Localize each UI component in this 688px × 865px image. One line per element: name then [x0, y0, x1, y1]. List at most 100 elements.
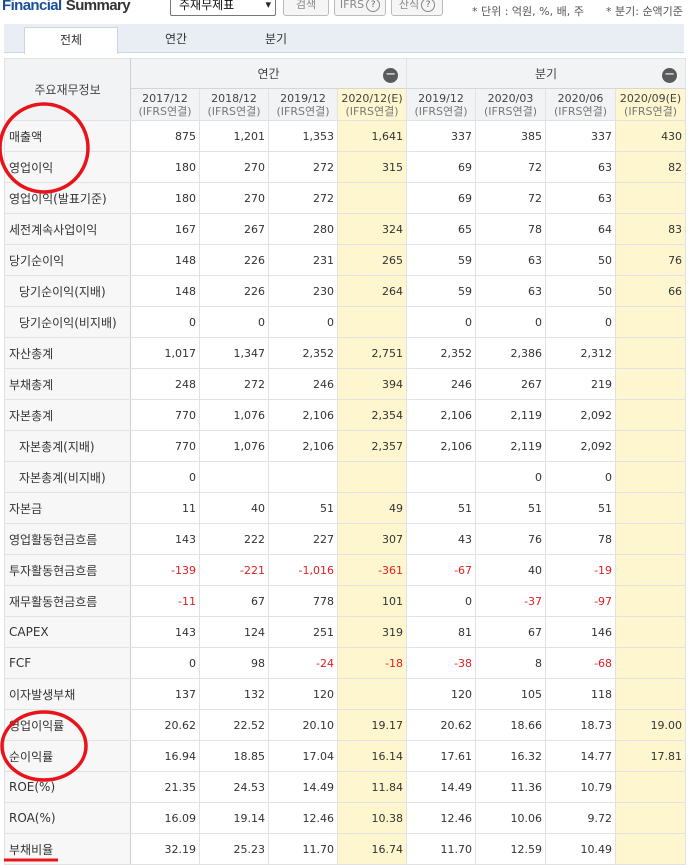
value-cell: 0	[130, 461, 200, 493]
table-row: 부채비율 32.19 25.23 11.70 16.74 11.70 12.59 10.49	[4, 833, 687, 865]
value-cell: -221	[199, 554, 269, 586]
collapse-quarter-button[interactable]: −	[662, 68, 678, 83]
row-label[interactable]: 부채총계	[4, 368, 131, 400]
period-tabs: 전체 연간 분기	[4, 24, 684, 54]
table-row: 당기순이익(비지배) 0 0 0 0 0 0	[4, 306, 687, 338]
tab-quarter[interactable]: 분기	[226, 27, 326, 53]
value-cell	[268, 461, 338, 493]
value-cell	[336, 306, 408, 338]
value-cell: 2,106	[406, 399, 477, 431]
value-cell: 98	[199, 647, 269, 679]
value-cell: 51	[406, 492, 477, 524]
value-cell: 19.00	[615, 709, 687, 741]
row-label[interactable]: FCF	[4, 647, 131, 679]
row-label[interactable]: 세전계속사업이익	[4, 213, 131, 245]
value-cell: -38	[406, 647, 477, 679]
row-label[interactable]: 재무활동현금흐름	[4, 585, 131, 617]
toolbar: Financial Summary 주재무제표 ▾ 검색 IFRS? 산식? *…	[0, 0, 688, 20]
value-cell: 22.52	[199, 709, 269, 741]
value-cell: 180	[130, 151, 200, 183]
table-row: 영업이익률 20.62 22.52 20.10 19.17 20.62 18.66 18.73…	[4, 709, 687, 741]
row-label[interactable]: 영업이익(발표기준)	[4, 182, 131, 214]
value-cell: 120	[406, 678, 477, 710]
report-type-select[interactable]: 주재무제표 ▾	[170, 0, 276, 16]
value-cell: 16.14	[336, 740, 408, 772]
quarter-label: 분기	[535, 67, 558, 81]
value-cell: 1,017	[130, 337, 200, 369]
value-cell: 120	[268, 678, 338, 710]
value-cell: 10.38	[336, 802, 408, 834]
value-cell: 143	[130, 523, 200, 555]
value-cell: 143	[130, 616, 200, 648]
row-label[interactable]: 자본총계	[4, 399, 131, 431]
row-label[interactable]: 순이익률	[4, 740, 131, 772]
value-cell: 1,076	[199, 430, 269, 462]
row-label[interactable]: 자본총계(비지배)	[4, 461, 131, 493]
value-cell: 2,352	[268, 337, 338, 369]
row-label[interactable]: 당기순이익(지배)	[4, 275, 131, 307]
value-cell	[406, 461, 477, 493]
report-type-value: 주재무제표	[179, 0, 235, 12]
row-label[interactable]: ROE(%)	[4, 771, 131, 803]
row-label[interactable]: 매출액	[4, 120, 131, 152]
value-cell	[615, 399, 687, 431]
row-label[interactable]: 영업활동현금흐름	[4, 523, 131, 555]
value-cell: 17.61	[406, 740, 477, 772]
table-row: FCF 0 98 -24 -18 -38 8 -68	[4, 647, 687, 679]
row-label[interactable]: 당기순이익(비지배)	[4, 306, 131, 338]
row-label[interactable]: 투자활동현금흐름	[4, 554, 131, 586]
value-cell: 78	[545, 523, 617, 555]
row-label[interactable]: 이자발생부채	[4, 678, 131, 710]
value-cell: 16.74	[336, 833, 408, 865]
value-cell: 319	[336, 616, 408, 648]
value-cell: 272	[199, 368, 269, 400]
tab-annual[interactable]: 연간	[126, 27, 226, 53]
value-cell: -67	[406, 554, 477, 586]
table-row: 매출액 875 1,201 1,353 1,641 337 385 337 430	[4, 120, 687, 152]
value-cell: 19.17	[336, 709, 408, 741]
period-header: 2017/12 (IFRS연결)	[130, 88, 200, 121]
row-label[interactable]: CAPEX	[4, 616, 131, 648]
value-cell: 1,347	[199, 337, 269, 369]
row-label[interactable]: 자산총계	[4, 337, 131, 369]
value-cell: 11.36	[475, 771, 547, 803]
value-cell: 307	[336, 523, 408, 555]
table-row: 이자발생부채 137 132 120 120 105 118	[4, 678, 687, 710]
value-cell: 2,312	[545, 337, 617, 369]
ifrs-label: IFRS	[339, 0, 365, 11]
collapse-annual-button[interactable]: −	[383, 68, 399, 83]
value-cell: 11.70	[268, 833, 338, 865]
row-label[interactable]: 영업이익	[4, 151, 131, 183]
value-cell: 246	[406, 368, 477, 400]
value-cell: 227	[268, 523, 338, 555]
period-basis: (IFRS연결)	[484, 104, 538, 118]
value-cell	[615, 647, 687, 679]
formula-help-button[interactable]: 산식?	[391, 0, 443, 16]
value-cell	[615, 182, 687, 214]
value-cell: 24.53	[199, 771, 269, 803]
value-cell: 0	[406, 585, 477, 617]
value-cell: 1,076	[199, 399, 269, 431]
value-cell: -19	[545, 554, 617, 586]
value-cell: 10.49	[545, 833, 617, 865]
search-button[interactable]: 검색	[283, 0, 329, 16]
row-label[interactable]: 당기순이익	[4, 244, 131, 276]
row-label[interactable]: 부채비율	[4, 833, 131, 865]
value-cell: 12.59	[475, 833, 547, 865]
value-cell: 1,353	[268, 120, 338, 152]
value-cell	[615, 554, 687, 586]
value-cell	[615, 461, 687, 493]
row-label[interactable]: 영업이익률	[4, 709, 131, 741]
period-date: 2019/12	[418, 91, 464, 105]
row-label[interactable]: 자본총계(지배)	[4, 430, 131, 462]
table-row: 세전계속사업이익 167 267 280 324 65 78 64 83	[4, 213, 687, 245]
table-row: 순이익률 16.94 18.85 17.04 16.14 17.61 16.32 14.77 1…	[4, 740, 687, 772]
ifrs-help-button[interactable]: IFRS?	[334, 0, 386, 16]
annual-group-header: 연간 −	[129, 58, 408, 89]
row-label[interactable]: 자본금	[4, 492, 131, 524]
tab-all[interactable]: 전체	[24, 27, 118, 54]
row-label[interactable]: ROA(%)	[4, 802, 131, 834]
table-row: 부채총계 248 272 246 394 246 267 219	[4, 368, 687, 400]
value-cell: 69	[406, 182, 477, 214]
table-row: ROE(%) 21.35 24.53 14.49 11.84 14.49 11.36 10.7…	[4, 771, 687, 803]
